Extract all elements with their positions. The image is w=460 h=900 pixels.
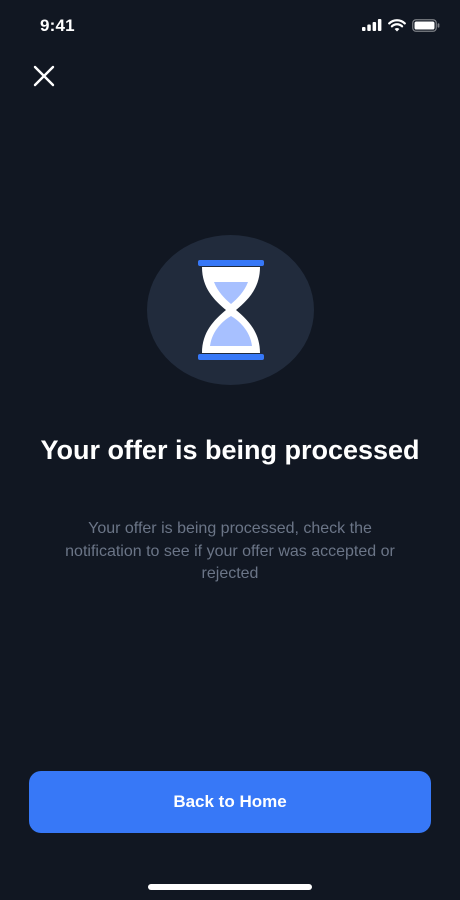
page-description: Your offer is being processed, check the… [65, 520, 395, 582]
status-time: 9:41 [40, 16, 75, 35]
back-to-home-button[interactable]: Back to Home [29, 771, 431, 833]
cellular-signal-icon [362, 19, 382, 31]
close-button[interactable] [28, 60, 60, 92]
hourglass-illustration [147, 235, 314, 385]
status-bar: 9:41 [0, 0, 460, 52]
wifi-icon [388, 18, 406, 31]
home-indicator [148, 884, 312, 890]
battery-icon [412, 18, 440, 32]
status-icons [362, 17, 440, 33]
close-icon [33, 65, 55, 87]
hourglass-icon [197, 260, 264, 360]
page-title: Your offer is being processed [40, 435, 420, 465]
